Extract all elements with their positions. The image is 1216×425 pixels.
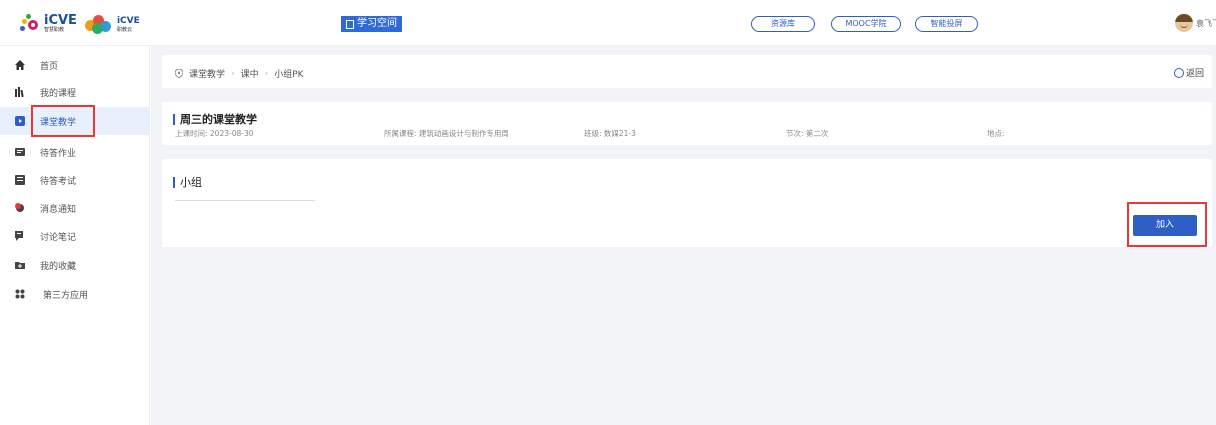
sidebar-item-label: 首页 (40, 61, 59, 72)
lesson-course: 所属课程: 建筑动画设计与制作专用周 (384, 129, 509, 138)
flower-logo-icon (84, 14, 113, 34)
exam-icon (15, 175, 25, 185)
learning-space-label: 学习空间 (357, 18, 397, 29)
breadcrumb-separator: › (264, 68, 269, 79)
lesson-title: 周三的课堂教学 (173, 111, 257, 127)
message-icon (15, 203, 24, 212)
logo-text: iCVE (44, 13, 77, 28)
sidebar: 首页 我的课程 课堂教学 待答作业 待答考试 消息通知 讨论笔记 我的收藏 第三… (0, 46, 150, 425)
sidebar-item-exam[interactable]: 待答考试 (0, 166, 150, 194)
sidebar-item-home[interactable]: 首页 (0, 51, 150, 79)
back-label: 返回 (1185, 69, 1204, 79)
sidebar-item-homework[interactable]: 待答作业 (0, 138, 150, 166)
logo2-sub: 职教云 (116, 27, 132, 33)
sidebar-item-label: 待答作业 (40, 148, 77, 159)
sidebar-item-my-courses[interactable]: 我的课程 (0, 78, 150, 106)
logo-text-block: iCVE 智慧职教 (44, 13, 77, 33)
group-divider (175, 200, 315, 201)
breadcrumb: 课堂教学 › 课中 › 小组PK (175, 67, 304, 80)
sidebar-item-label: 待答考试 (40, 176, 77, 187)
user-name: 袁飞飞 (1196, 19, 1216, 28)
group-card: 小组 加入 (162, 159, 1212, 247)
homework-icon (15, 148, 25, 156)
main-content: 课堂教学 › 课中 › 小组PK 返回 周三的课堂教学 上课时间: 2023-0… (151, 46, 1216, 425)
books-icon (15, 87, 24, 97)
logo2-text: iCVE (116, 16, 140, 26)
lesson-place: 地点: (987, 129, 1005, 138)
lesson-info-card: 周三的课堂教学 上课时间: 2023-08-30 所属课程: 建筑动画设计与制作… (162, 102, 1212, 145)
sidebar-item-third-party[interactable]: 第三方应用 (0, 280, 150, 308)
discussion-icon (15, 231, 23, 241)
breadcrumb-card: 课堂教学 › 课中 › 小组PK 返回 (162, 55, 1212, 88)
highlight-box-join (1127, 202, 1207, 247)
nav-smart-screen[interactable]: 智能投屏 (915, 16, 978, 32)
logo-mark-icon (20, 14, 40, 34)
apps-icon (15, 289, 25, 299)
nav-resource-library[interactable]: 资源库 (751, 16, 815, 32)
lesson-time: 上课时间: 2023-08-30 (175, 129, 254, 138)
sidebar-item-label: 我的收藏 (40, 261, 77, 272)
sidebar-item-label: 消息通知 (40, 204, 77, 215)
sidebar-item-label: 第三方应用 (43, 290, 89, 301)
breadcrumb-item-current: 小组PK (274, 70, 304, 80)
top-header: iCVE 智慧职教 iCVE 职教云 学习空间 资源库 MOOC学院 智能投屏 … (0, 0, 1216, 46)
breadcrumb-item-classroom[interactable]: 课堂教学 (189, 67, 225, 80)
sidebar-item-favorites[interactable]: 我的收藏 (0, 251, 150, 279)
back-arrow-icon (1173, 67, 1184, 78)
sidebar-item-discussion[interactable]: 讨论笔记 (0, 222, 150, 250)
user-menu[interactable]: 袁飞飞 ⌄ (1196, 18, 1216, 29)
breadcrumb-separator: › (231, 68, 235, 79)
play-icon (15, 116, 25, 126)
logo2-text-block: iCVE 职教云 (117, 15, 140, 33)
group-title-text: 小组 (180, 176, 202, 189)
breadcrumb-item-in-class[interactable]: 课中 (241, 67, 259, 80)
lesson-title-text: 周三的课堂教学 (180, 113, 257, 126)
back-button[interactable]: 返回 (1173, 66, 1204, 79)
sidebar-item-messages[interactable]: 消息通知 (0, 194, 150, 222)
home-icon (15, 60, 25, 70)
document-icon (346, 19, 354, 29)
group-title: 小组 (173, 174, 202, 190)
location-pin-icon (175, 69, 183, 78)
lesson-session: 节次: 第二次 (786, 129, 829, 138)
learning-space-button[interactable]: 学习空间 (341, 16, 402, 32)
title-accent-bar (173, 176, 175, 188)
user-avatar[interactable] (1175, 14, 1193, 32)
lesson-class: 班级: 数媒21-3 (584, 129, 636, 138)
logo[interactable]: iCVE 智慧职教 iCVE 职教云 (20, 12, 140, 36)
nav-mooc[interactable]: MOOC学院 (831, 16, 901, 32)
sidebar-item-label: 我的课程 (40, 88, 77, 99)
sidebar-item-label: 讨论笔记 (40, 232, 77, 243)
highlight-box-classroom (31, 105, 95, 137)
folder-icon (15, 262, 25, 269)
title-accent-bar (173, 113, 175, 125)
